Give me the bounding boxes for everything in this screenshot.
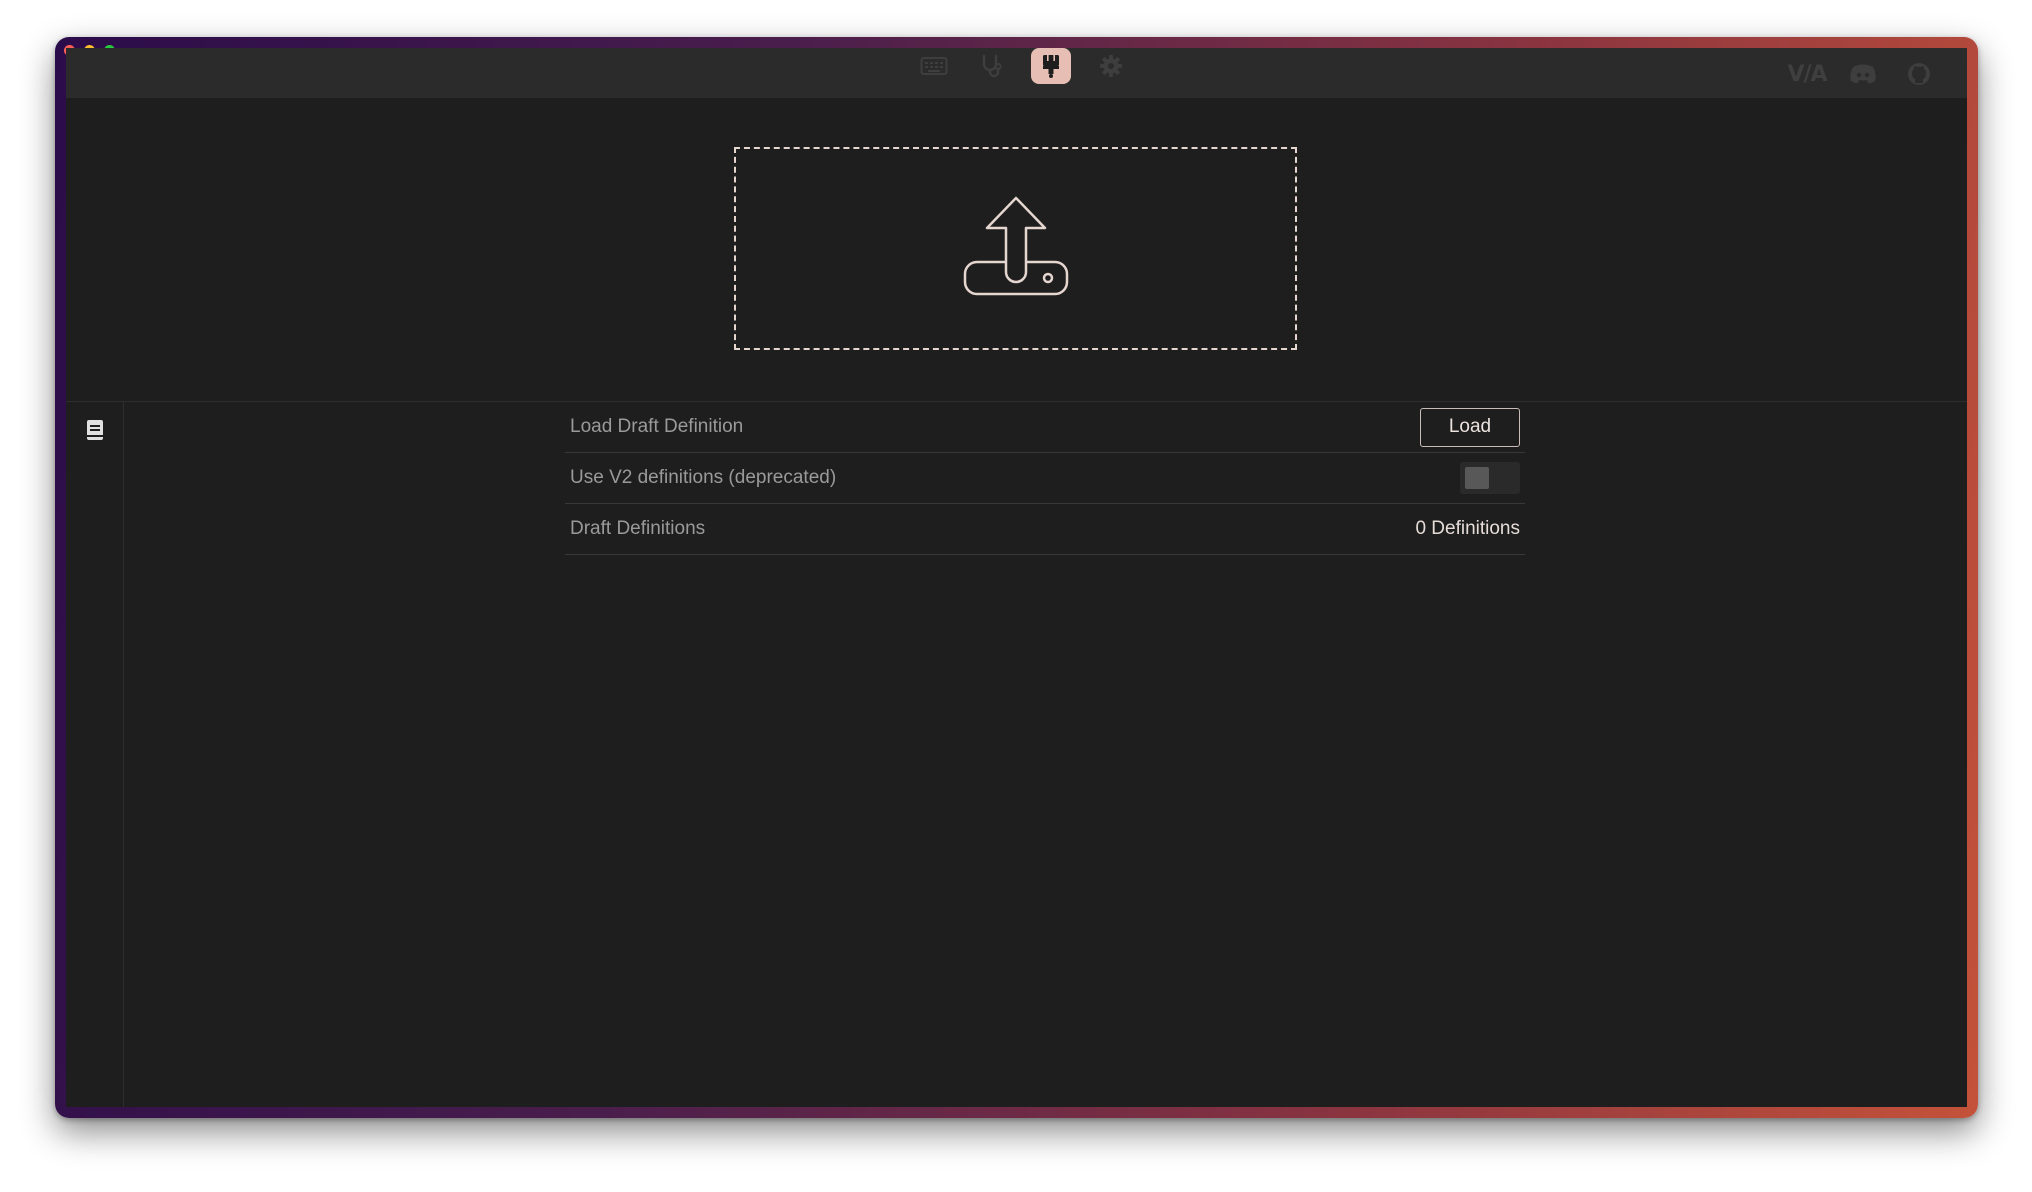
use-v2-toggle[interactable] — [1460, 462, 1520, 494]
via-logo: V/A — [1787, 61, 1827, 87]
draft-definitions-row: Draft Definitions 0 Definitions — [565, 504, 1525, 555]
load-button[interactable]: Load — [1420, 407, 1520, 447]
file-drop-zone[interactable] — [734, 147, 1297, 350]
nav-configure-button[interactable] — [914, 48, 954, 84]
toggle-knob — [1465, 467, 1489, 489]
load-draft-label: Load Draft Definition — [570, 416, 744, 437]
nav-design-button[interactable] — [1031, 48, 1071, 84]
paint-brush-icon — [1043, 55, 1059, 78]
use-v2-label: Use V2 definitions (deprecated) — [570, 467, 837, 488]
draft-definitions-label: Draft Definitions — [570, 518, 706, 539]
discord-link[interactable] — [1843, 56, 1883, 92]
sidebar-item-definitions[interactable] — [86, 419, 104, 446]
gear-icon — [1100, 55, 1122, 77]
via-website-link[interactable]: V/A — [1787, 56, 1827, 92]
top-nav-bar: V/A — [66, 48, 1967, 98]
discord-icon — [1850, 64, 1876, 84]
use-v2-row: Use V2 definitions (deprecated) — [565, 453, 1525, 504]
stethoscope-icon — [982, 54, 1002, 78]
app-window: V/A Load Draft Definition Load Use V2 de… — [55, 37, 1978, 1118]
github-icon — [1908, 63, 1930, 85]
draft-definitions-count: 0 Definitions — [1415, 518, 1520, 539]
nav-test-button[interactable] — [972, 48, 1012, 84]
settings-list: Load Draft Definition Load Use V2 defini… — [565, 402, 1525, 555]
load-draft-row: Load Draft Definition Load — [565, 402, 1525, 453]
nav-settings-button[interactable] — [1091, 48, 1131, 84]
document-icon — [87, 420, 103, 440]
app-content: V/A Load Draft Definition Load Use V2 de… — [66, 48, 1967, 1107]
github-link[interactable] — [1899, 56, 1939, 92]
sidebar — [66, 402, 124, 1107]
keyboard-icon — [920, 57, 948, 75]
upload-icon — [963, 196, 1068, 295]
